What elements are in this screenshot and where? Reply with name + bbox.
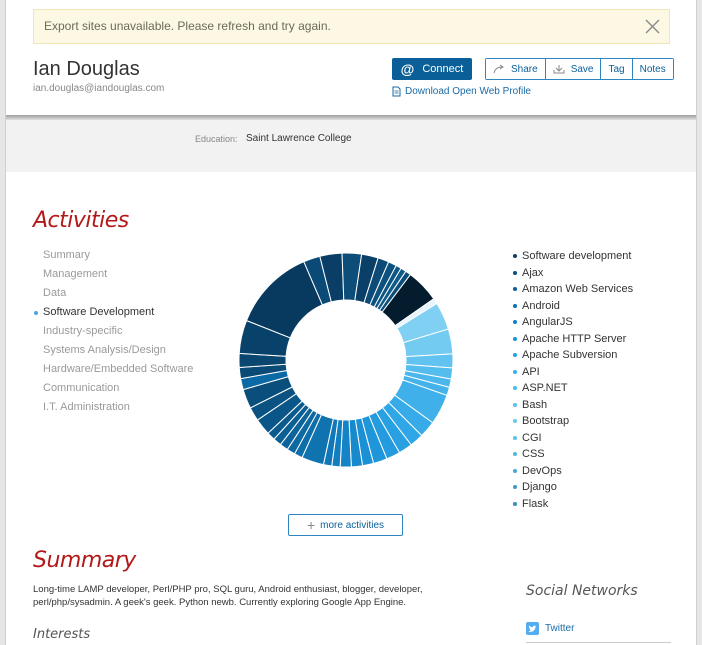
legend-dot (513, 501, 517, 506)
legend-item[interactable]: Apache Subversion (513, 347, 633, 364)
legend-item[interactable]: CSS (513, 446, 633, 463)
tag-button[interactable]: Tag (601, 59, 633, 79)
activity-nav-item[interactable]: Communication (43, 379, 193, 398)
legend-item[interactable]: Bootstrap (513, 413, 633, 430)
alert-message: Export sites unavailable. Please refresh… (44, 19, 331, 33)
legend-label: Django (522, 481, 557, 493)
legend-dot (513, 270, 517, 275)
legend-label: Android (522, 299, 560, 312)
activity-nav-item[interactable]: Summary (43, 246, 193, 265)
more-activities-button[interactable]: + more activities (288, 514, 403, 536)
legend-dot (513, 369, 517, 374)
activity-nav-item[interactable]: Systems Analysis/Design (43, 341, 193, 360)
social-divider (526, 642, 671, 643)
activity-nav-item[interactable]: Industry-specific (43, 322, 193, 341)
activities-nav: Summary Management Data Software Developmen… (33, 246, 193, 417)
action-button-group: Share Save Tag Notes (485, 58, 674, 80)
legend-label: DevOps (522, 464, 562, 477)
profile-page: Export sites unavailable. Please refresh… (5, 0, 697, 645)
legend-label: Software development (522, 250, 632, 262)
legend-label: Apache HTTP Server (522, 332, 627, 345)
activity-nav-item[interactable]: I.T. Administration (43, 398, 193, 417)
summary-text: Long-time LAMP developer, Perl/PHP pro, … (33, 584, 423, 608)
activities-donut-chart (238, 252, 454, 468)
legend-item[interactable]: Software development (513, 248, 633, 265)
legend-dot (513, 287, 517, 292)
legend-label: Apache Subversion (522, 349, 618, 361)
download-profile-link[interactable]: Download Open Web Profile (392, 86, 531, 97)
legend-dot (513, 485, 517, 490)
legend-item[interactable]: Apache HTTP Server (513, 331, 633, 348)
legend-label: API (522, 365, 540, 378)
education-band: Education: Saint Lawrence College (6, 120, 696, 172)
legend-item[interactable]: AngularJS (513, 314, 633, 331)
legend-dot (513, 336, 517, 341)
connect-button[interactable]: @ Connect (392, 58, 472, 80)
legend-dot (513, 452, 517, 457)
activity-nav-item[interactable]: Data (43, 284, 193, 303)
legend-dot (513, 402, 517, 407)
social-networks-title: Social Networks (526, 583, 638, 599)
legend-label: CSS (522, 448, 545, 460)
interests-title: Interests (33, 627, 91, 642)
close-icon[interactable] (644, 18, 661, 35)
save-button[interactable]: Save (545, 59, 602, 79)
legend-dot (513, 419, 517, 424)
share-label: Share (511, 63, 538, 75)
legend-item[interactable]: API (513, 364, 633, 381)
summary-title: Summary (33, 548, 136, 573)
legend-label: Amazon Web Services (522, 283, 634, 295)
connect-label: Connect (422, 63, 464, 75)
activity-nav-item[interactable]: Management (43, 265, 193, 284)
legend-item[interactable]: Bash (513, 397, 633, 414)
legend-item[interactable]: CGI (513, 430, 633, 447)
plus-icon: + (306, 517, 316, 533)
legend-item[interactable]: ASP.NET (513, 380, 633, 397)
legend-item[interactable]: Flask (513, 496, 633, 513)
legend-item[interactable]: DevOps (513, 463, 633, 480)
legend-dot (513, 435, 517, 440)
activity-nav-item[interactable]: Hardware/Embedded Software (43, 360, 193, 379)
legend-label: Bash (522, 398, 548, 411)
legend-dot (513, 254, 517, 259)
education-value: Saint Lawrence College (246, 133, 352, 144)
export-alert: Export sites unavailable. Please refresh… (33, 9, 670, 44)
legend-dot (513, 320, 517, 325)
legend-label: Bootstrap (522, 415, 570, 427)
at-icon: @ (400, 61, 415, 77)
share-icon (493, 64, 504, 74)
legend-label: AngularJS (522, 316, 573, 328)
activities-legend: Software development Ajax Amazon Web Servi… (513, 248, 633, 512)
save-icon (553, 65, 565, 74)
legend-label: Ajax (522, 266, 544, 279)
share-button[interactable]: Share (486, 59, 546, 79)
legend-dot (513, 468, 517, 473)
legend-label: ASP.NET (522, 382, 568, 394)
tag-label: Tag (608, 63, 625, 75)
legend-item[interactable]: Android (513, 298, 633, 315)
document-icon (392, 86, 401, 97)
notes-button[interactable]: Notes (632, 59, 673, 79)
more-activities-label: more activities (320, 519, 385, 531)
twitter-link[interactable]: Twitter (526, 622, 574, 635)
legend-item[interactable]: Django (513, 479, 633, 496)
activities-title: Activities (33, 208, 129, 233)
legend-dot (513, 386, 517, 391)
legend-dot (513, 303, 517, 308)
education-label: Education: (195, 134, 238, 144)
activity-nav-item[interactable]: Software Development (33, 303, 193, 322)
download-label: Download Open Web Profile (405, 86, 531, 97)
twitter-label: Twitter (545, 623, 575, 634)
legend-item[interactable]: Ajax (513, 265, 633, 282)
legend-item[interactable]: Amazon Web Services (513, 281, 633, 298)
legend-dot (513, 353, 517, 358)
profile-name: Ian Douglas (33, 58, 140, 80)
save-label: Save (570, 63, 594, 75)
notes-label: Notes (639, 63, 666, 75)
profile-email: ian.douglas@iandouglas.com (33, 83, 165, 94)
twitter-icon (526, 622, 539, 635)
legend-label: Flask (522, 497, 549, 510)
legend-label: CGI (522, 431, 542, 444)
